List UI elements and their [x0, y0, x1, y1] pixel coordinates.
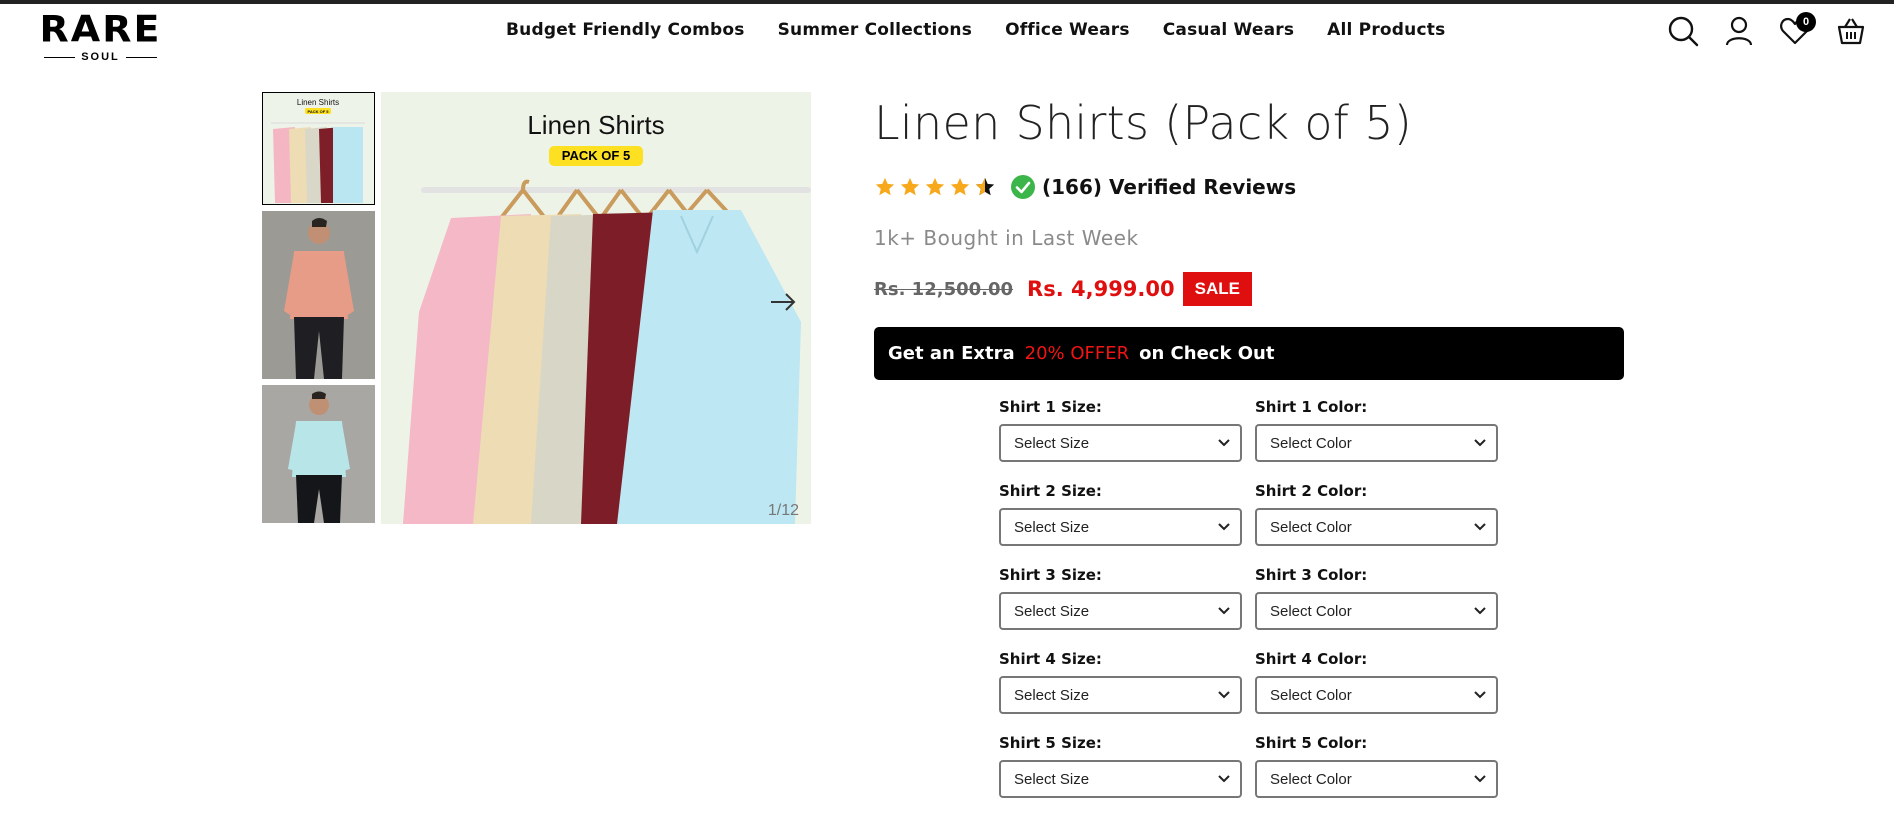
sale-badge: SALE — [1182, 272, 1252, 306]
offer-highlight: 20% OFFER — [1024, 343, 1130, 364]
shirt-3-size: Shirt 3 Size: Select Size — [999, 566, 1242, 650]
verified-reviews[interactable]: (166) Verified Reviews — [1010, 174, 1296, 200]
chevron-down-icon — [1474, 607, 1486, 615]
offer-prefix: Get an Extra — [888, 343, 1015, 364]
offer-suffix: on Check Out — [1139, 343, 1275, 364]
shirt-5-color: Shirt 5 Color: Select Color — [1255, 734, 1498, 818]
image-counter: 1/12 — [767, 502, 799, 519]
product-title: Linen Shirts (Pack of 5) — [874, 96, 1413, 150]
basket-icon[interactable] — [1834, 14, 1868, 48]
chevron-down-icon — [1218, 691, 1230, 699]
shirt-3-size-select[interactable]: Select Size — [999, 592, 1242, 630]
chevron-down-icon — [1474, 439, 1486, 447]
user-icon[interactable] — [1722, 14, 1756, 48]
star-icon — [950, 177, 970, 196]
logo-subtext: SOUL — [81, 51, 120, 63]
chevron-down-icon — [1474, 691, 1486, 699]
main-image-title: Linen Shirts — [527, 110, 665, 140]
thumbnail-2[interactable] — [262, 211, 375, 379]
shirt-5-size-select[interactable]: Select Size — [999, 760, 1242, 798]
thumb-badge: PACK OF 5 — [307, 109, 329, 114]
shirt-4-size-label: Shirt 4 Size: — [999, 650, 1102, 668]
verified-check-icon — [1011, 175, 1035, 199]
shirt-1-size: Shirt 1 Size: Select Size — [999, 398, 1242, 482]
shirt-5-size: Shirt 5 Size: Select Size — [999, 734, 1242, 818]
shirt-2-color-select[interactable]: Select Color — [1255, 508, 1498, 546]
half-star-icon — [975, 177, 995, 196]
shirt-5-color-label: Shirt 5 Color: — [1255, 734, 1368, 752]
shirt-1-color-select[interactable]: Select Color — [1255, 424, 1498, 462]
shirt-3-color-label: Shirt 3 Color: — [1255, 566, 1368, 584]
main-product-image[interactable]: Linen Shirts PACK OF 5 1/12 — [381, 92, 811, 524]
star-rating[interactable] — [874, 176, 996, 198]
chevron-down-icon — [1218, 439, 1230, 447]
chevron-down-icon — [1218, 523, 1230, 531]
shirt-3-color-select[interactable]: Select Color — [1255, 592, 1498, 630]
shirt-1-size-select[interactable]: Select Size — [999, 424, 1242, 462]
search-icon[interactable] — [1666, 14, 1700, 48]
shirt-4-color: Shirt 4 Color: Select Color — [1255, 650, 1498, 734]
shirt-1-color: Shirt 1 Color: Select Color — [1255, 398, 1498, 482]
shirt-5-color-select[interactable]: Select Color — [1255, 760, 1498, 798]
chevron-down-icon — [1474, 523, 1486, 531]
shirt-1-color-label: Shirt 1 Color: — [1255, 398, 1368, 416]
shirt-4-color-label: Shirt 4 Color: — [1255, 650, 1368, 668]
shirt-2-size-select[interactable]: Select Size — [999, 508, 1242, 546]
nav-all-products[interactable]: All Products — [1327, 20, 1445, 40]
nav-budget-friendly-combos[interactable]: Budget Friendly Combos — [506, 20, 745, 40]
shirt-2-size-label: Shirt 2 Size: — [999, 482, 1102, 500]
thumbnail-3[interactable] — [262, 385, 375, 523]
header-icons: 0 — [1666, 12, 1868, 48]
main-nav: Budget Friendly Combos Summer Collection… — [506, 20, 1445, 40]
nav-summer-collections[interactable]: Summer Collections — [778, 20, 972, 40]
brand-logo[interactable]: RARE SOUL — [38, 8, 163, 63]
shirt-2-color-label: Shirt 2 Color: — [1255, 482, 1368, 500]
chevron-down-icon — [1474, 775, 1486, 783]
rating-row: (166) Verified Reviews — [874, 174, 1296, 200]
wishlist-count-badge: 0 — [1796, 12, 1816, 32]
logo-text: RARE — [39, 8, 162, 50]
chevron-down-icon — [1218, 775, 1230, 783]
shirt-3-size-label: Shirt 3 Size: — [999, 566, 1102, 584]
thumbnail-1[interactable]: Linen Shirts PACK OF 5 — [262, 92, 375, 205]
offer-banner: Get an Extra 20% OFFER on Check Out — [874, 327, 1624, 380]
chevron-down-icon — [1218, 607, 1230, 615]
top-border — [0, 0, 1894, 4]
wishlist-heart-icon[interactable]: 0 — [1778, 12, 1816, 48]
shirt-2-color: Shirt 2 Color: Select Color — [1255, 482, 1498, 566]
next-image-arrow-icon[interactable] — [769, 292, 797, 317]
shirt-4-size-select[interactable]: Select Size — [999, 676, 1242, 714]
variant-options: Shirt 1 Size: Select Size Shirt 1 Color:… — [999, 398, 1498, 818]
shirt-4-size: Shirt 4 Size: Select Size — [999, 650, 1242, 734]
star-icon — [925, 177, 945, 196]
star-icon — [875, 177, 895, 196]
shirt-4-color-select[interactable]: Select Color — [1255, 676, 1498, 714]
thumbnail-strip: Linen Shirts PACK OF 5 — [262, 92, 375, 529]
shirt-5-size-label: Shirt 5 Size: — [999, 734, 1102, 752]
price-row: Rs. 12,500.00 Rs. 4,999.00 SALE — [874, 272, 1252, 306]
star-icon — [900, 177, 920, 196]
sale-price: Rs. 4,999.00 — [1027, 277, 1175, 301]
pack-badge: PACK OF 5 — [549, 146, 643, 166]
thumb-title: Linen Shirts — [297, 98, 339, 107]
shirt-3-color: Shirt 3 Color: Select Color — [1255, 566, 1498, 650]
nav-office-wears[interactable]: Office Wears — [1005, 20, 1130, 40]
shirt-1-size-label: Shirt 1 Size: — [999, 398, 1102, 416]
bought-last-week: 1k+ Bought in Last Week — [874, 226, 1139, 250]
original-price: Rs. 12,500.00 — [874, 278, 1014, 300]
reviews-text: (166) Verified Reviews — [1042, 175, 1297, 199]
nav-casual-wears[interactable]: Casual Wears — [1163, 20, 1294, 40]
shirt-2-size: Shirt 2 Size: Select Size — [999, 482, 1242, 566]
